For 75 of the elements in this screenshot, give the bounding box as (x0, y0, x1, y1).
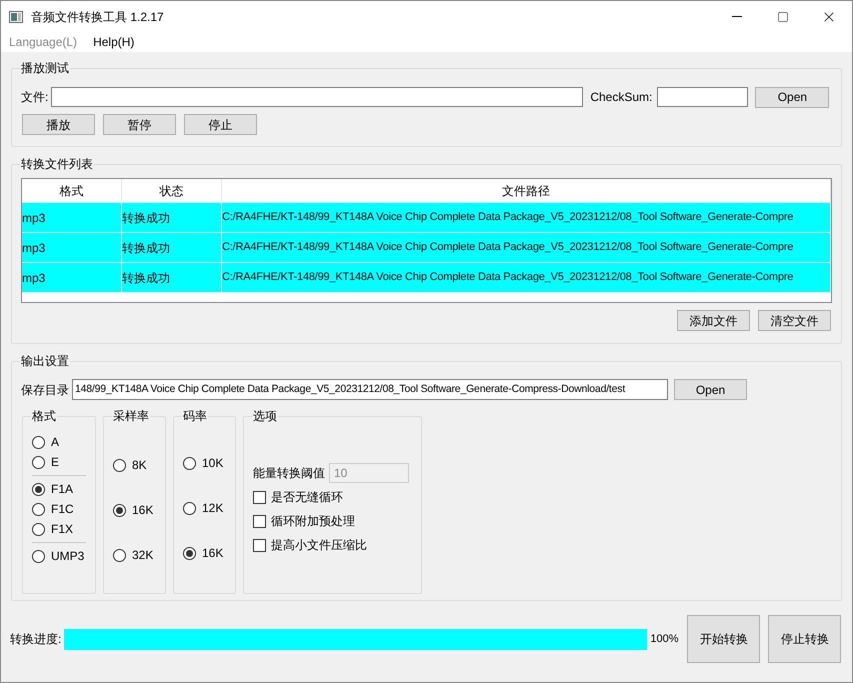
checkbox[interactable] (253, 514, 266, 528)
radio-label: 10K (202, 455, 224, 472)
checkbox-label: 提高小文件压缩比 (271, 537, 367, 554)
table-cell: mp3 (22, 263, 122, 292)
push-button[interactable]: 播放 (22, 114, 95, 135)
push-button[interactable]: 停止转换 (768, 615, 842, 663)
radio-button[interactable] (32, 436, 45, 448)
maximize-icon (777, 10, 789, 22)
radio-label: 12K (202, 500, 224, 517)
table-row[interactable]: mp3 转换成功 C:/RA4FHE/KT-148/99_KT148A Voice Chip Complete Data Package_V5_20231212/08_Tool Software_Generate-Compre (22, 203, 831, 233)
table-cell: mp3 (22, 233, 122, 262)
file-label: 文件: (21, 89, 48, 106)
column-header[interactable]: 状态 (122, 179, 222, 202)
radio-label: 16K (202, 545, 224, 562)
checksum-field[interactable] (657, 87, 748, 107)
radio-label: 32K (132, 547, 154, 564)
radio-button[interactable] (113, 458, 126, 472)
group-title: 格式 (31, 408, 57, 424)
table-cell: C:/RA4FHE/KT-148/99_KT148A Voice Chip Complete Data Package_V5_20231212/08_Tool Software_Generate-Compre (222, 203, 831, 232)
group-title: 码率 (182, 408, 208, 424)
radio-button[interactable] (113, 548, 126, 562)
radio-label: E (51, 454, 60, 471)
menu-item[interactable]: Help(H) (93, 33, 134, 51)
progress-reading: 100% (650, 632, 678, 647)
push-button[interactable]: 清空文件 (758, 310, 831, 331)
checkbox-label: 是否无缝循环 (271, 489, 343, 506)
radio-label: A (51, 434, 60, 451)
app-icon (9, 10, 23, 22)
checksum-label: CheckSum: (590, 89, 652, 106)
table-row[interactable]: mp3 转换成功 C:/RA4FHE/KT-148/99_KT148A Voice Chip Complete Data Package_V5_20231212/08_Tool Software_Generate-Compre (22, 263, 831, 293)
radio-label: UMP3 (51, 548, 84, 565)
save-directory-field[interactable]: 148/99_KT148A Voice Chip Complete Data Package_V5_20231212/08_Tool Software_Generate-Compress-Download/test (72, 379, 668, 400)
checkbox[interactable] (253, 490, 266, 504)
progress-label: 转换进度: (10, 631, 62, 648)
radio-label: F1A (51, 481, 74, 498)
table-cell: mp3 (22, 203, 122, 232)
column-header[interactable]: 格式 (22, 179, 122, 202)
radio-label: F1X (51, 521, 74, 538)
group-title: 输出设置 (20, 353, 70, 369)
radio-button[interactable] (32, 482, 45, 496)
push-button[interactable]: 添加文件 (677, 310, 750, 331)
minimize-icon (732, 16, 742, 17)
radio-label: F1C (51, 501, 74, 518)
group-title: 播放测试 (20, 60, 70, 76)
radio-button[interactable] (32, 456, 45, 468)
save-directory-label: 保存目录 (21, 382, 69, 398)
radio-button[interactable] (32, 522, 45, 536)
push-button[interactable]: Open (674, 379, 747, 400)
file-field[interactable] (51, 87, 584, 107)
checkbox[interactable] (253, 538, 266, 552)
column-header[interactable]: 文件路径 (222, 179, 831, 202)
table-cell: C:/RA4FHE/KT-148/99_KT148A Voice Chip Complete Data Package_V5_20231212/08_Tool Software_Generate-Compre (222, 263, 831, 292)
push-button[interactable]: 暂停 (103, 114, 176, 135)
radio-button[interactable] (32, 550, 45, 562)
window-title: 音频文件转换工具 1.2.17 (31, 8, 164, 26)
table-cell: 转换成功 (122, 233, 222, 262)
push-button[interactable]: Open (755, 86, 830, 108)
table-row[interactable]: mp3 转换成功 C:/RA4FHE/KT-148/99_KT148A Voice Chip Complete Data Package_V5_20231212/08_Tool Software_Generate-Compre (22, 233, 831, 263)
table-cell: 转换成功 (122, 263, 222, 292)
push-button[interactable]: 开始转换 (687, 615, 760, 663)
radio-label: 16K (132, 502, 154, 519)
threshold-label: 能量转换阈值 (253, 465, 325, 482)
group-title: 转换文件列表 (20, 156, 94, 172)
radio-button[interactable] (32, 502, 45, 516)
table-cell: C:/RA4FHE/KT-148/99_KT148A Voice Chip Complete Data Package_V5_20231212/08_Tool Software_Generate-Compre (222, 233, 831, 262)
group-title: 采样率 (112, 408, 150, 424)
radio-button[interactable] (183, 546, 196, 560)
push-button[interactable]: 停止 (184, 114, 257, 135)
radio-button[interactable] (113, 504, 126, 516)
table-cell: 转换成功 (122, 203, 222, 232)
radio-button[interactable] (183, 456, 196, 470)
radio-label: 8K (132, 457, 147, 474)
group-title: 选项 (252, 408, 278, 424)
checkbox-label: 循环附加预处理 (271, 513, 355, 530)
radio-button[interactable] (183, 502, 196, 514)
